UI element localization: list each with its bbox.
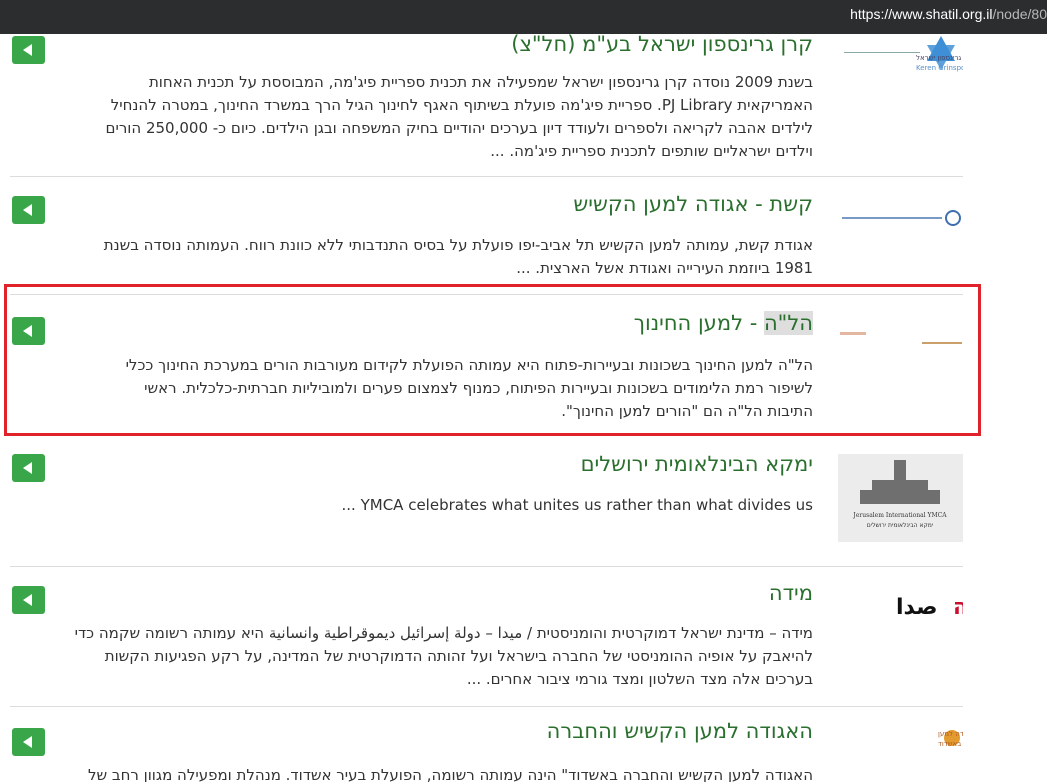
svg-text:Keren Grinspoon Israel: Keren Grinspoon Israel — [916, 64, 963, 72]
org-title[interactable]: ימקא הבינלאומית ירושלים — [581, 452, 813, 476]
org-title[interactable]: קרן גרינספון ישראל בע"מ (חל"צ) — [511, 32, 813, 56]
desc-line: לילדים אהבה לקריאה ולספרים ולעודד דיון ב… — [105, 119, 813, 137]
desc-line: האגודה למען הקשיש והחברה באשדוד" הינה עמ… — [88, 766, 813, 782]
org-title[interactable]: מידה — [769, 581, 813, 605]
svg-text:הקשיש והחברה באשדוד: הקשיש והחברה באשדוד — [938, 740, 963, 748]
browser-top-bar: https://www.shatil.org.il/node/80 — [0, 0, 1047, 34]
expand-arrow-button[interactable] — [12, 196, 45, 224]
org-entry-mida: מידה מידה صدا מידה – מדינת ישראל דמוקרטי… — [10, 578, 1003, 693]
desc-line: מידה – מדינת ישראל דמוקרטית והומניסטית /… — [74, 624, 813, 642]
org-description: אגודת קשת, עמותה למען הקשיש תל אביב-יפו … — [18, 234, 813, 280]
org-entry-keshet: קשת - אגודה למען הקשיש אגודת קשת, עמותה … — [10, 190, 963, 280]
expand-arrow-button[interactable] — [12, 586, 45, 614]
svg-text:Jerusalem International YMCA: Jerusalem International YMCA — [852, 512, 947, 519]
org-entry-grinspoon: קרן גרינספון ישראל בע"מ (חל"צ) קרן גרינס… — [10, 32, 995, 164]
entry-divider — [10, 566, 963, 567]
org-description: מידה – מדינת ישראל דמוקרטית והומניסטית /… — [18, 622, 813, 691]
org-logo: האגודה למען הקשיש והחברה באשדוד — [838, 724, 1010, 758]
desc-line: אגודת קשת, עמותה למען הקשיש תל אביב-יפו … — [103, 236, 813, 254]
url-display[interactable]: https://www.shatil.org.il/node/80 — [850, 6, 1047, 22]
svg-text:האגודה למען: האגודה למען — [938, 730, 963, 738]
svg-text:קרן גרינספון ישראל: קרן גרינספון ישראל — [916, 54, 963, 62]
expand-arrow-button[interactable] — [12, 728, 45, 756]
org-description: YMCA celebrates what unites us rather th… — [18, 494, 813, 517]
desc-line: בערכים אלה מצד השלטון ומצד גורמי ציבור א… — [466, 670, 813, 688]
org-description: בשנת 2009 נוסדה קרן גרינספון ישראל שמפעי… — [18, 71, 813, 163]
desc-line: YMCA celebrates what unites us rather th… — [341, 496, 813, 514]
org-description: האגודה למען הקשיש והחברה באשדוד" הינה עמ… — [18, 764, 813, 782]
expand-arrow-button[interactable] — [12, 36, 45, 64]
svg-text:صدا: صدا — [896, 595, 938, 620]
org-logo — [838, 206, 963, 230]
entry-divider — [10, 706, 963, 707]
desc-line: בשנת 2009 נוסדה קרן גרינספון ישראל שמפעי… — [148, 73, 813, 91]
svg-text:מידה: מידה — [953, 595, 963, 620]
selection-highlight-box — [4, 284, 981, 436]
org-logo: Jerusalem International YMCA ימקא הבינלא… — [838, 454, 963, 542]
desc-line: 1981 ביוזמת העירייה ואגודת אשל הארצית. .… — [516, 259, 813, 277]
org-title[interactable]: האגודה למען הקשיש והחברה — [547, 719, 813, 743]
desc-line: להיאבק על אופיה ההומניסטי של החברה בישרא… — [104, 647, 813, 665]
org-entry-ashdod-elderly: האגודה למען הקשיש והחברה האגודה למען הקש… — [10, 716, 1010, 782]
entry-divider — [10, 176, 963, 177]
org-logo: קרן גרינספון ישראל Keren Grinspoon Israe… — [838, 34, 995, 80]
expand-arrow-button[interactable] — [12, 454, 45, 482]
svg-text:ימקא הבינלאומית ירושלים: ימקא הבינלאומית ירושלים — [867, 522, 933, 529]
url-path: /node/80 — [992, 6, 1047, 22]
org-entry-ymca: ימקא הבינלאומית ירושלים Jerusalem Intern… — [10, 448, 963, 558]
org-logo: מידה صدا — [838, 586, 1003, 626]
url-host: https://www.shatil.org.il — [850, 6, 993, 22]
desc-line: האמריקאית PJ Library. ספריית פיג'מה פועל… — [110, 96, 813, 114]
org-title[interactable]: קשת - אגודה למען הקשיש — [573, 192, 813, 216]
desc-line: וילדים ישראליים שותפים לתכנית ספריית פיג… — [490, 142, 813, 160]
